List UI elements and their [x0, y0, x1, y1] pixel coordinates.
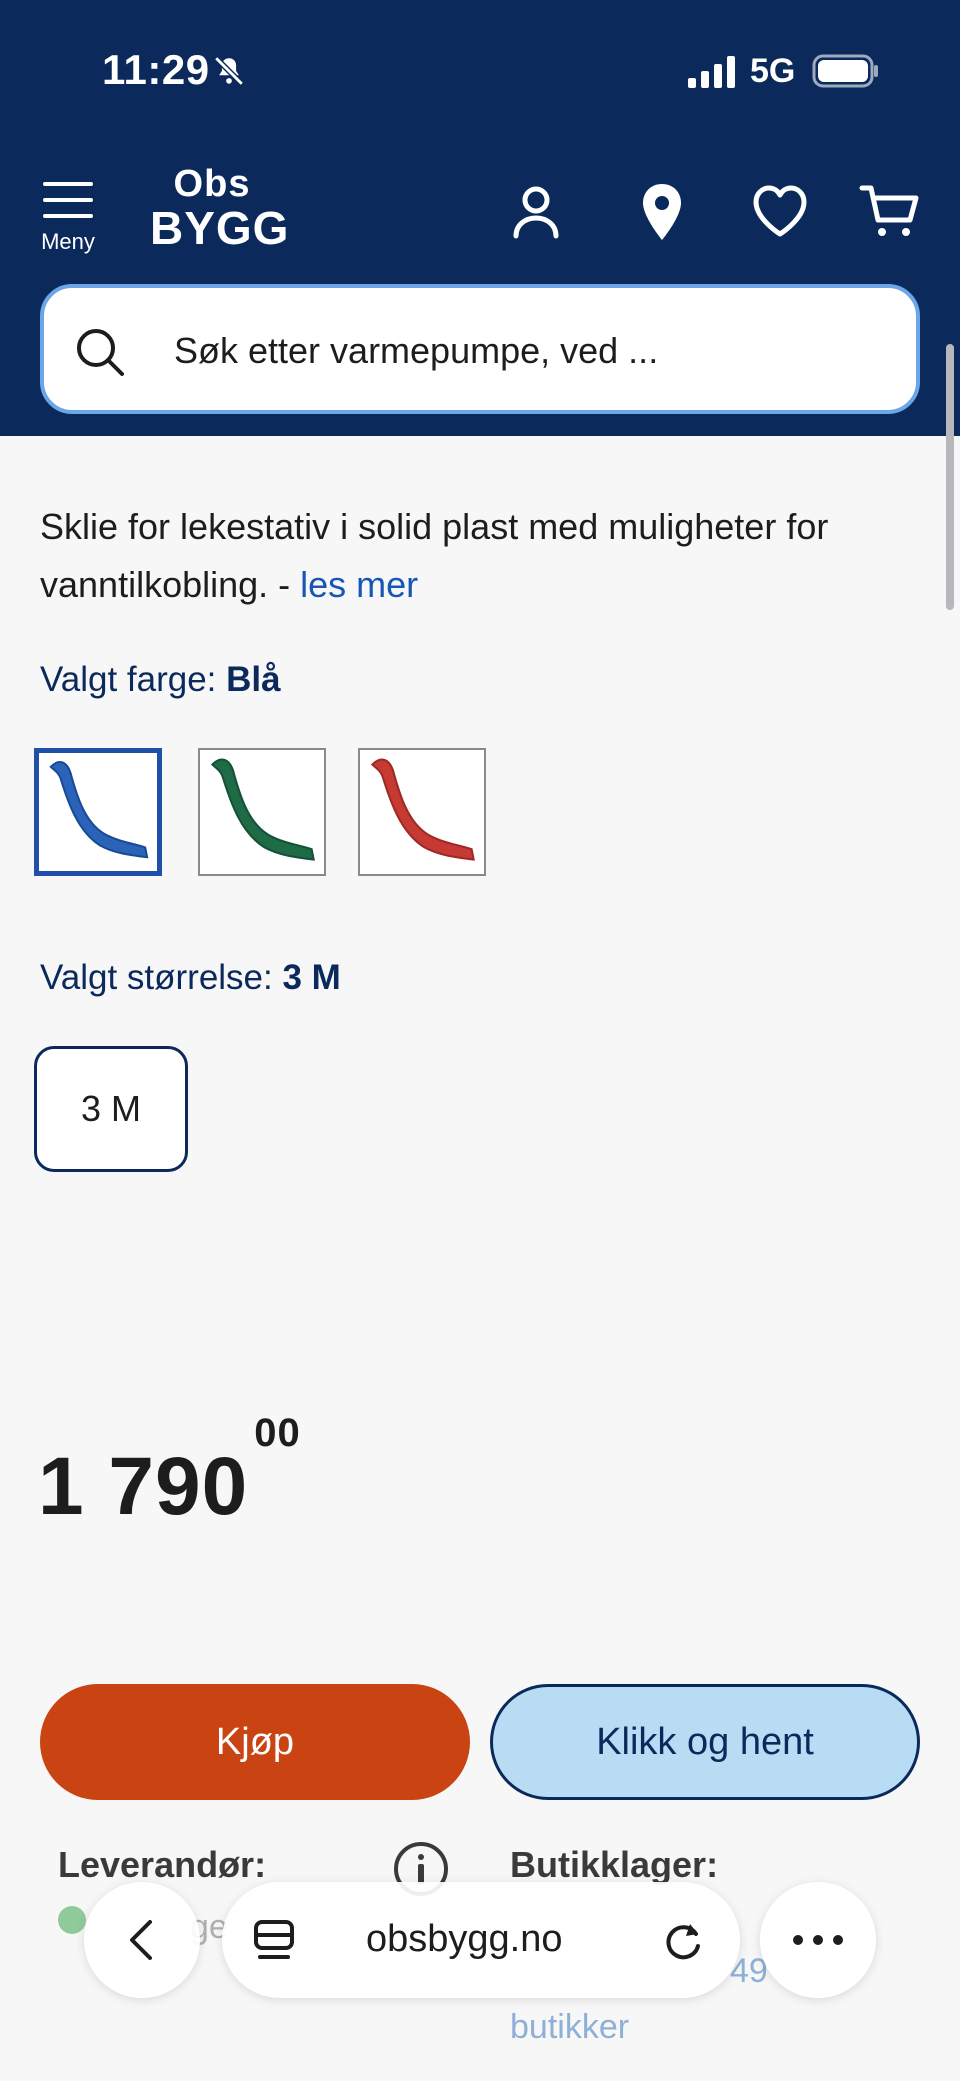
logo-line-1: Obs [173, 163, 251, 205]
color-swatch-blue[interactable] [34, 748, 162, 876]
blue-slide-image [49, 761, 149, 859]
signal-icon [688, 56, 735, 88]
page-scrollbar[interactable] [946, 344, 954, 610]
product-description: Sklie for lekestativ i solid plast med m… [40, 498, 920, 614]
hamburger-icon [43, 182, 93, 218]
status-bar: 11:29 5G [0, 0, 960, 140]
status-time: 11:29 [102, 46, 210, 93]
battery-icon [812, 54, 878, 88]
site-header: 11:29 5G Meny Obs BYGG Søk etter varmepu… [0, 0, 960, 436]
price-main: 1 790 [38, 1441, 249, 1532]
wishlist-heart-icon[interactable] [748, 180, 812, 244]
click-and-collect-button[interactable]: Klikk og hent [490, 1684, 920, 1800]
logo-line-2: BYGG [150, 202, 290, 254]
reload-icon[interactable] [660, 1916, 706, 1964]
account-icon[interactable] [504, 180, 568, 244]
store-locator-pin-icon[interactable] [630, 180, 694, 244]
search-icon [77, 329, 124, 376]
menu-label: Meny [41, 229, 95, 254]
size-label-text: Valgt størrelse: [40, 958, 283, 997]
search-input[interactable]: Søk etter varmepumpe, ved ... [40, 284, 920, 414]
cart-icon[interactable] [858, 180, 922, 244]
more-dots-icon [793, 1935, 843, 1945]
price-cents: 00 [254, 1410, 301, 1455]
description-text: Sklie for lekestativ i solid plast med m… [40, 506, 829, 605]
search-placeholder: Søk etter varmepumpe, ved ... [174, 330, 659, 371]
obs-bygg-logo[interactable]: Obs BYGG [150, 163, 290, 254]
product-price: 1 79000 [38, 1411, 301, 1534]
browser-more-button[interactable] [760, 1882, 876, 1998]
page: 11:29 5G Meny Obs BYGG Søk etter varmepu… [0, 0, 960, 2081]
color-swatch-green[interactable] [198, 748, 326, 876]
browser-back-button[interactable] [84, 1882, 200, 1998]
network-type: 5G [750, 52, 796, 90]
read-more-link[interactable]: les mer [300, 564, 418, 605]
color-swatch-red[interactable] [358, 748, 486, 876]
menu-button[interactable]: Meny [36, 180, 100, 260]
supplier-label: Leverandør: [58, 1844, 267, 1885]
color-value: Blå [226, 660, 281, 699]
size-option-3m[interactable]: 3 M [34, 1046, 188, 1172]
chevron-left-icon [130, 1920, 152, 1960]
store-stock-label: Butikklager: [510, 1844, 719, 1885]
browser-url[interactable]: obsbygg.no [366, 1918, 563, 1961]
silent-bell-icon [214, 56, 244, 86]
selected-color-label: Valgt farge: Blå [40, 660, 281, 700]
tab-view-icon[interactable] [252, 1918, 296, 1962]
color-label-text: Valgt farge: [40, 660, 227, 699]
red-slide-image [370, 758, 475, 861]
supplier-status-dot [58, 1906, 86, 1934]
buy-button[interactable]: Kjøp [40, 1684, 470, 1800]
stores-word: butikker [510, 2008, 630, 2046]
selected-size-label: Valgt størrelse: 3 M [40, 958, 341, 998]
green-slide-image [210, 758, 315, 861]
size-value: 3 M [282, 958, 341, 997]
